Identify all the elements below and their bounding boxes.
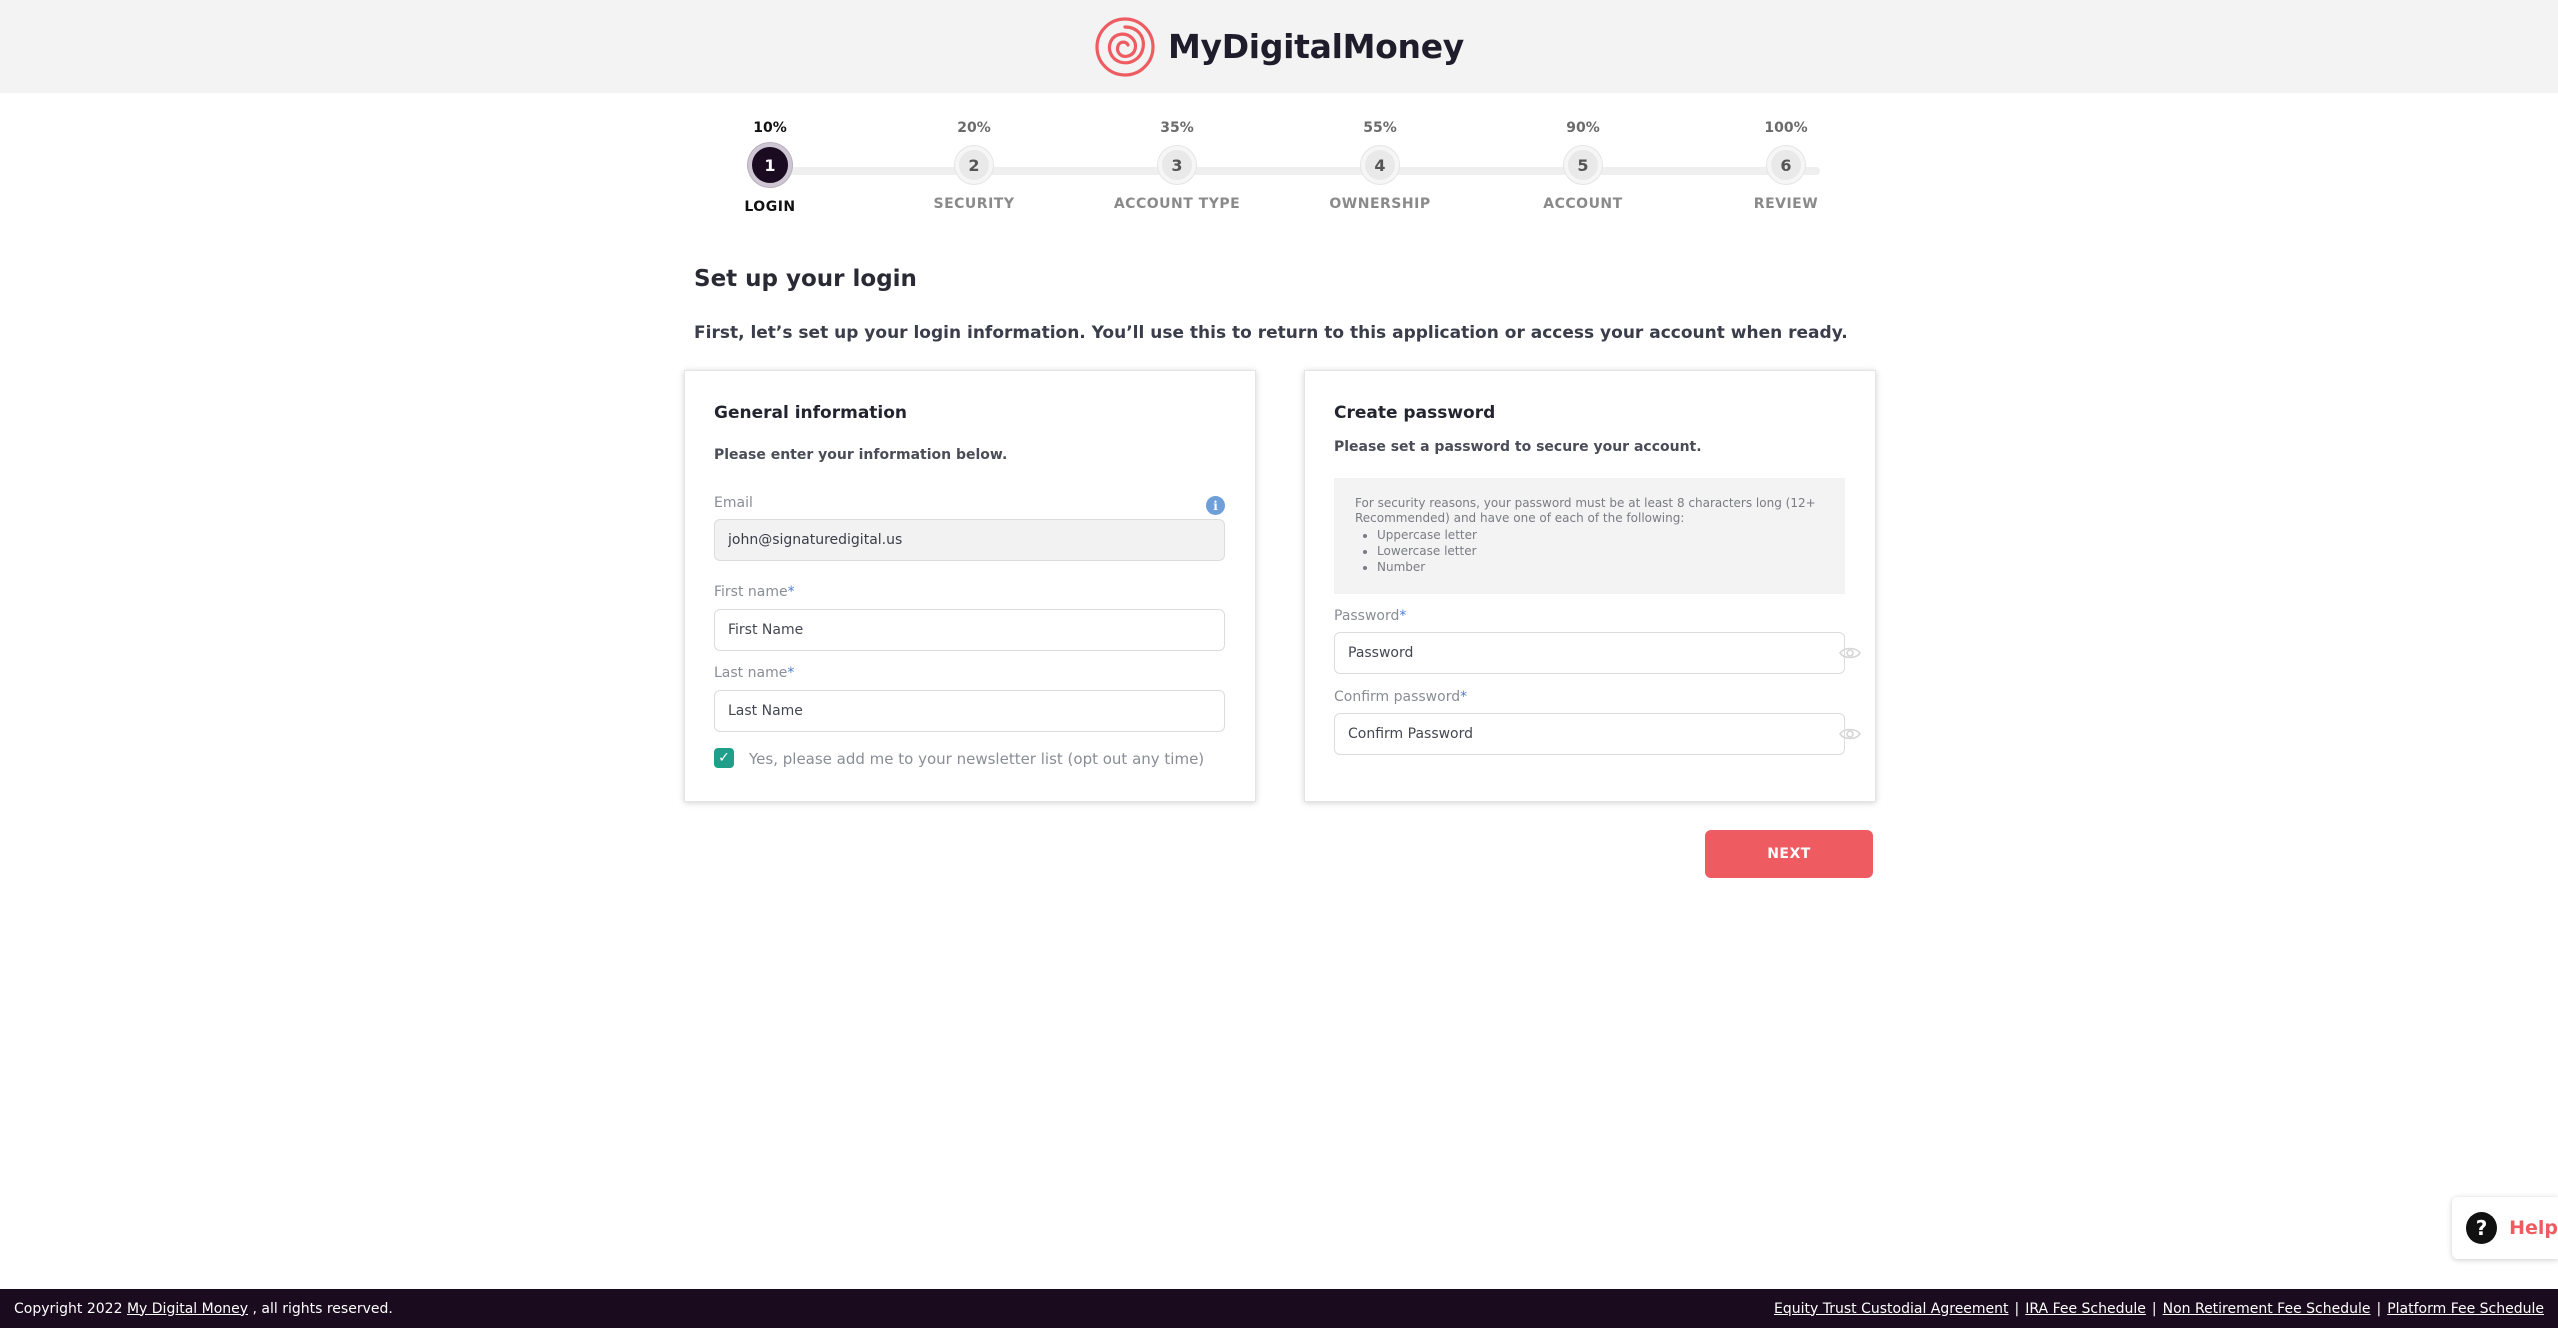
question-mark-icon: ?: [2466, 1212, 2498, 1244]
step-number: 6: [1767, 146, 1805, 184]
requirement-item: Number: [1377, 559, 1824, 575]
last-name-label-text: Last name: [714, 665, 788, 681]
brand-logo[interactable]: MyDigitalMoney: [1094, 16, 1464, 78]
footer: Copyright 2022 My Digital Money , all ri…: [0, 1289, 2558, 1328]
step-label: REVIEW: [1753, 196, 1819, 212]
password-label-text: Password: [1334, 608, 1400, 624]
step-percent: 100%: [1764, 120, 1808, 136]
step-login[interactable]: 10% 1 LOGIN: [690, 118, 850, 215]
spiral-logo-icon: [1095, 16, 1155, 77]
create-password-card: Create password Please set a password to…: [1304, 370, 1876, 802]
step-account-type[interactable]: 35% 3 ACCOUNT TYPE: [1097, 118, 1257, 212]
check-icon: ✓: [718, 750, 730, 766]
requirement-item: Uppercase letter: [1377, 527, 1824, 543]
step-number: 1: [748, 143, 792, 187]
step-ownership[interactable]: 55% 4 OWNERSHIP: [1300, 118, 1460, 212]
company-link[interactable]: My Digital Money: [127, 1301, 248, 1317]
step-percent: 35%: [1160, 120, 1194, 136]
step-number: 2: [955, 146, 993, 184]
email-label: Email: [714, 495, 753, 511]
copyright-suffix: , all rights reserved.: [252, 1300, 393, 1317]
copyright: Copyright 2022 My Digital Money , all ri…: [14, 1301, 393, 1317]
brand-name: MyDigitalMoney: [1167, 27, 1465, 66]
step-percent: 55%: [1363, 120, 1397, 136]
copyright-prefix: Copyright 2022: [14, 1300, 123, 1317]
step-number: 4: [1361, 146, 1399, 184]
footer-link-non-retirement-fee-schedule[interactable]: Non Retirement Fee Schedule: [2163, 1301, 2371, 1317]
newsletter-checkbox[interactable]: ✓: [714, 748, 734, 768]
page-title: Set up your login: [694, 266, 917, 292]
card-title: General information: [714, 403, 908, 423]
step-review[interactable]: 100% 6 REVIEW: [1706, 118, 1866, 212]
step-account[interactable]: 90% 5 ACCOUNT: [1503, 118, 1663, 212]
confirm-password-field[interactable]: [1334, 713, 1845, 755]
step-percent: 10%: [753, 120, 787, 136]
page-intro: First, let’s set up your login informati…: [694, 323, 1848, 343]
confirm-password-label: Confirm password*: [1334, 689, 1467, 705]
first-name-field[interactable]: [714, 609, 1225, 651]
step-percent: 20%: [957, 120, 991, 136]
step-percent: 90%: [1566, 120, 1600, 136]
card-subtitle: Please set a password to secure your acc…: [1334, 439, 1702, 455]
step-number: 5: [1564, 146, 1602, 184]
footer-link-ira-fee-schedule[interactable]: IRA Fee Schedule: [2025, 1301, 2146, 1317]
step-security[interactable]: 20% 2 SECURITY: [894, 118, 1054, 212]
progress-stepper: 10% 1 LOGIN 20% 2 SECURITY 35% 3 ACCOUNT…: [700, 118, 1890, 228]
step-label: ACCOUNT: [1543, 196, 1623, 212]
required-asterisk: *: [1399, 608, 1407, 624]
help-label: Help: [2509, 1217, 2558, 1239]
password-field[interactable]: [1334, 632, 1845, 674]
link-separator: |: [2376, 1300, 2382, 1317]
link-separator: |: [2151, 1300, 2157, 1317]
last-name-field[interactable]: [714, 690, 1225, 732]
step-label: OWNERSHIP: [1329, 196, 1431, 212]
requirements-text: For security reasons, your password must…: [1355, 496, 1816, 525]
password-label: Password*: [1334, 608, 1406, 624]
header: MyDigitalMoney: [0, 0, 2558, 93]
step-label: ACCOUNT TYPE: [1113, 196, 1241, 212]
required-asterisk: *: [787, 665, 795, 681]
last-name-label: Last name*: [714, 665, 794, 681]
help-widget[interactable]: ? Help: [2452, 1197, 2558, 1259]
required-asterisk: *: [787, 584, 795, 600]
required-asterisk: *: [1460, 689, 1468, 705]
show-confirm-password-eye-icon[interactable]: [1839, 727, 1861, 741]
next-button[interactable]: NEXT: [1705, 830, 1873, 878]
info-icon[interactable]: i: [1206, 496, 1225, 515]
step-label: LOGIN: [744, 199, 796, 215]
general-information-card: General information Please enter your in…: [684, 370, 1256, 802]
step-number: 3: [1158, 146, 1196, 184]
first-name-label: First name*: [714, 584, 795, 600]
email-field[interactable]: [714, 519, 1225, 561]
footer-link-platform-fee-schedule[interactable]: Platform Fee Schedule: [2387, 1301, 2544, 1317]
footer-link-custodial-agreement[interactable]: Equity Trust Custodial Agreement: [1774, 1301, 2009, 1317]
requirements-list: Uppercase letter Lowercase letter Number: [1377, 527, 1824, 575]
footer-links: Equity Trust Custodial Agreement | IRA Fee…: [1774, 1301, 2544, 1317]
show-password-eye-icon[interactable]: [1839, 646, 1861, 660]
requirement-item: Lowercase letter: [1377, 543, 1824, 559]
step-label: SECURITY: [933, 196, 1015, 212]
card-title: Create password: [1334, 403, 1496, 423]
card-subtitle: Please enter your information below.: [714, 447, 1008, 463]
confirm-password-label-text: Confirm password: [1334, 689, 1461, 705]
newsletter-label[interactable]: Yes, please add me to your newsletter li…: [749, 750, 1204, 768]
link-separator: |: [2014, 1300, 2020, 1317]
first-name-label-text: First name: [714, 584, 788, 600]
password-requirements-note: For security reasons, your password must…: [1334, 478, 1845, 594]
